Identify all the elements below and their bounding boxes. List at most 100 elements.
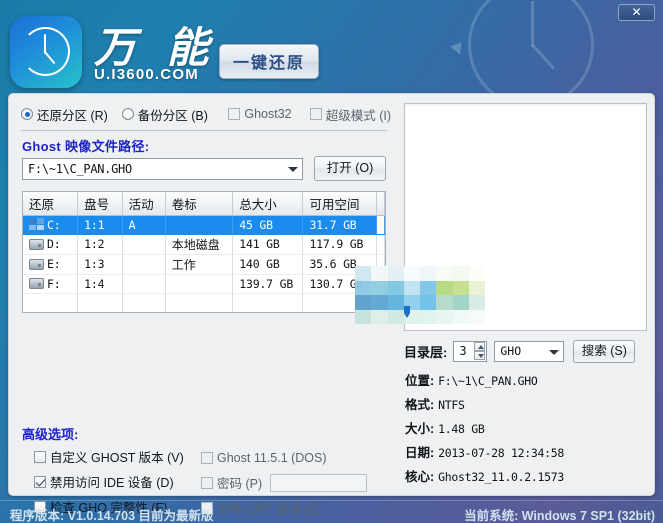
- divider: [21, 130, 387, 131]
- disk-icon: [29, 238, 44, 250]
- dir-depth-value: 3: [459, 343, 467, 358]
- disk-icon: [29, 278, 44, 289]
- checkbox-label: Ghost 11.5.1 (DOS): [217, 450, 327, 465]
- password-input[interactable]: [270, 473, 368, 492]
- info-format: 格式: NTFS: [405, 394, 653, 418]
- row-volume-label: [165, 274, 234, 294]
- row-active: A: [122, 215, 166, 235]
- app-window: 万 能 U.I3600.COM 一键还原 ✕ 还原分区 (R) 备份分区 (B)…: [0, 0, 663, 523]
- col-pad: [376, 192, 385, 216]
- row-volume-label: 本地磁盘: [165, 234, 234, 255]
- stepper-up-icon[interactable]: [474, 341, 486, 351]
- col-active[interactable]: 活动: [122, 192, 166, 216]
- row-free-space: 130.7 GB: [302, 274, 377, 294]
- info-key: 大小:: [405, 422, 435, 436]
- disk-icon: [29, 258, 44, 270]
- advanced-options-label: 高级选项:: [22, 427, 79, 442]
- image-preview-area: [404, 103, 647, 331]
- dir-depth-stepper[interactable]: 3: [453, 340, 488, 362]
- row-total-size: 45 GB: [232, 215, 304, 235]
- info-key: 位置:: [405, 374, 435, 388]
- radio-restore-partition[interactable]: 还原分区 (R): [21, 105, 122, 124]
- row-active: [122, 274, 166, 294]
- info-core: 核心: Ghost32_11.0.2.1573: [405, 466, 653, 490]
- col-disk-num[interactable]: 盘号: [77, 192, 123, 216]
- image-path-value: F:\~1\C_PAN.GHO: [28, 162, 132, 176]
- row-volume-label: 工作: [165, 254, 234, 275]
- radio-backup-partition-label: 备份分区 (B): [137, 108, 208, 123]
- checkbox-label: 密码 (P): [217, 477, 263, 491]
- checkbox-ghost-1151-dos[interactable]: Ghost 11.5.1 (DOS): [201, 451, 327, 465]
- checkbox-box-icon: [309, 108, 322, 120]
- partition-table-body: C: 1:1 A 45 GB 31.7 GB D: 1:2 本地磁盘 141 G…: [23, 215, 385, 312]
- extension-value: GHO: [500, 343, 522, 358]
- stepper-down-icon[interactable]: [474, 350, 486, 360]
- watermark-clock-arrow-icon: [450, 42, 466, 57]
- checkbox-box-icon: [201, 476, 213, 489]
- search-row: 目录层: 3 GHO 搜索 (S): [404, 339, 647, 363]
- row-pad: [376, 234, 385, 255]
- chevron-down-icon: [288, 167, 298, 172]
- image-path-combobox[interactable]: F:\~1\C_PAN.GHO: [22, 158, 303, 180]
- app-logo-clock-icon: [10, 16, 82, 88]
- checkbox-box-icon: [34, 475, 46, 488]
- row-disk-num: 1:2: [77, 234, 123, 255]
- checkbox-password[interactable]: 密码 (P): [201, 473, 262, 492]
- table-row[interactable]: D: 1:2 本地磁盘 141 GB 117.9 GB: [23, 234, 385, 255]
- info-value: 2013-07-28 12:34:58: [438, 446, 565, 460]
- status-version: 程序版本: V1.0.14.703 目前为最新版: [10, 509, 214, 523]
- col-free-space[interactable]: 可用空间: [302, 192, 377, 216]
- row-pad: [376, 215, 385, 235]
- row-disk-num: 1:3: [77, 254, 123, 275]
- checkbox-disable-ide-access[interactable]: 禁用访问 IDE 设备 (D): [34, 472, 174, 491]
- checkbox-ghost32[interactable]: Ghost32: [228, 107, 309, 121]
- radio-dot-icon: [121, 108, 134, 120]
- watermark-clock-icon: [468, 0, 594, 108]
- row-active: [122, 254, 166, 275]
- col-total-size[interactable]: 总大小: [232, 192, 304, 216]
- extension-combobox[interactable]: GHO: [494, 340, 565, 362]
- radio-restore-partition-label: 还原分区 (R): [37, 108, 108, 123]
- col-restore[interactable]: 还原: [23, 192, 79, 216]
- path-section-label: Ghost 映像文件路径:: [22, 139, 150, 154]
- table-row[interactable]: C: 1:1 A 45 GB 31.7 GB: [23, 215, 385, 235]
- tagline-badge: 一键还原: [219, 44, 320, 79]
- checkbox-box-icon: [228, 108, 241, 120]
- brand-url: U.I3600.COM: [94, 66, 199, 83]
- row-drive-letter: C:: [47, 217, 61, 232]
- row-total-size: 139.7 GB: [232, 274, 304, 294]
- open-button[interactable]: 打开 (O): [314, 156, 386, 181]
- right-pane: 目录层: 3 GHO 搜索 (S) 位置: F:\~1\C_PAN.GHO 格式…: [395, 94, 656, 497]
- col-volume-label[interactable]: 卷标: [165, 192, 234, 216]
- checkbox-custom-ghost-version[interactable]: 自定义 GHOST 版本 (V): [34, 447, 184, 466]
- row-pad: [376, 274, 385, 294]
- info-key: 核心:: [405, 470, 435, 484]
- radio-backup-partition[interactable]: 备份分区 (B): [121, 105, 229, 124]
- row-pad: [376, 254, 385, 275]
- info-key: 格式:: [405, 398, 435, 412]
- search-button[interactable]: 搜索 (S): [573, 339, 636, 363]
- dir-depth-label: 目录层:: [404, 344, 448, 360]
- status-divider: [0, 500, 663, 501]
- info-value: NTFS: [438, 398, 465, 412]
- mode-row: 还原分区 (R) 备份分区 (B) Ghost32 超级模式 (I): [21, 103, 391, 125]
- checkbox-ghost32-label: Ghost32: [244, 107, 292, 121]
- row-disk-num: 1:4: [77, 274, 123, 294]
- table-row[interactable]: F: 1:4 139.7 GB 130.7 GB: [23, 274, 385, 294]
- row-free-space: 31.7 GB: [302, 215, 377, 235]
- row-active: [122, 234, 166, 255]
- info-location: 位置: F:\~1\C_PAN.GHO: [405, 370, 653, 394]
- partition-table[interactable]: 还原 盘号 活动 卷标 总大小 可用空间 C: 1:1 A 45 GB 31.7…: [22, 191, 386, 313]
- close-button[interactable]: ✕: [618, 4, 655, 21]
- left-pane: 还原分区 (R) 备份分区 (B) Ghost32 超级模式 (I) Ghost…: [9, 94, 395, 516]
- info-date: 日期: 2013-07-28 12:34:58: [405, 442, 653, 466]
- info-value: Ghost32_11.0.2.1573: [438, 470, 565, 484]
- checkbox-super-mode-label: 超级模式 (I): [325, 108, 392, 123]
- table-row-empty: [23, 293, 385, 312]
- checkbox-super-mode[interactable]: 超级模式 (I): [309, 105, 392, 124]
- row-total-size: 141 GB: [232, 234, 304, 255]
- info-value: 1.48 GB: [438, 422, 485, 436]
- table-row[interactable]: E: 1:3 工作 140 GB 35.6 GB: [23, 254, 385, 275]
- checkbox-label: 自定义 GHOST 版本 (V): [50, 451, 184, 466]
- info-size: 大小: 1.48 GB: [405, 418, 653, 442]
